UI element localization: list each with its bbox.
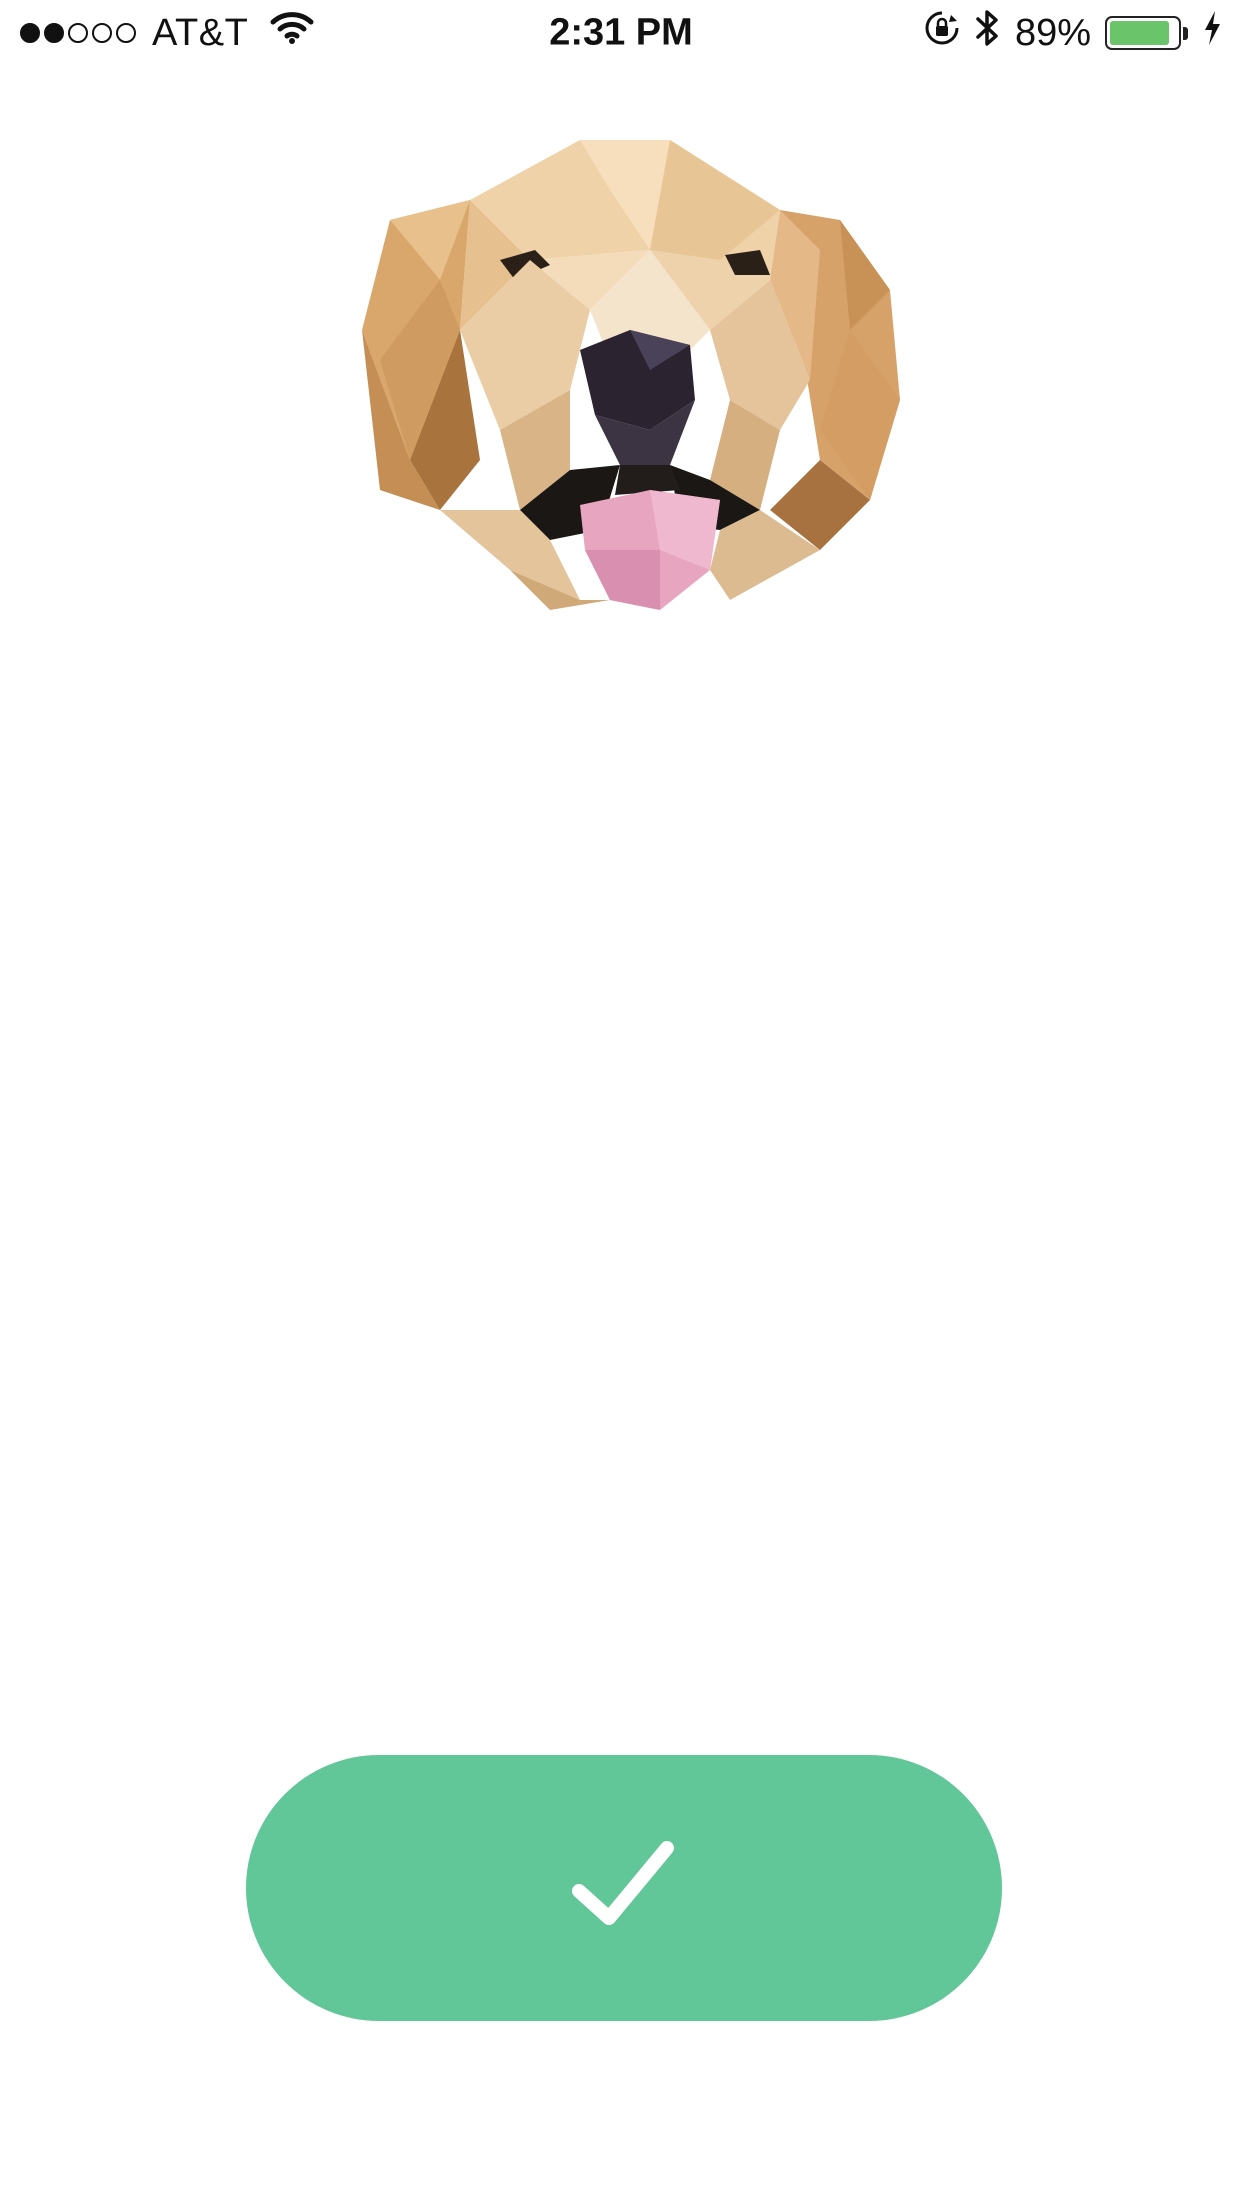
signal-dot <box>68 23 88 43</box>
charging-bolt-icon <box>1202 10 1222 56</box>
status-bar: AT&T 2:31 PM 89% <box>0 0 1242 66</box>
signal-dot <box>20 23 40 43</box>
battery-body <box>1105 16 1181 50</box>
battery-tip <box>1183 26 1188 40</box>
dog-illustration <box>350 130 910 650</box>
carrier-name: AT&T <box>152 11 249 54</box>
signal-dot <box>116 23 136 43</box>
signal-dot <box>92 23 112 43</box>
status-time: 2:31 PM <box>549 11 693 54</box>
battery-icon <box>1105 16 1188 50</box>
signal-strength-icon <box>20 23 136 43</box>
checkmark-icon <box>569 1836 679 1941</box>
wifi-icon <box>270 10 314 56</box>
orientation-lock-icon <box>923 9 961 57</box>
screen: AT&T 2:31 PM 89% <box>0 0 1242 2208</box>
status-right: 89% <box>923 8 1222 58</box>
status-left: AT&T <box>20 10 314 56</box>
signal-dot <box>44 23 64 43</box>
battery-percentage: 89% <box>1014 11 1091 54</box>
confirm-button[interactable] <box>246 1755 1002 2021</box>
battery-fill <box>1110 21 1169 45</box>
bluetooth-icon <box>975 8 1001 58</box>
